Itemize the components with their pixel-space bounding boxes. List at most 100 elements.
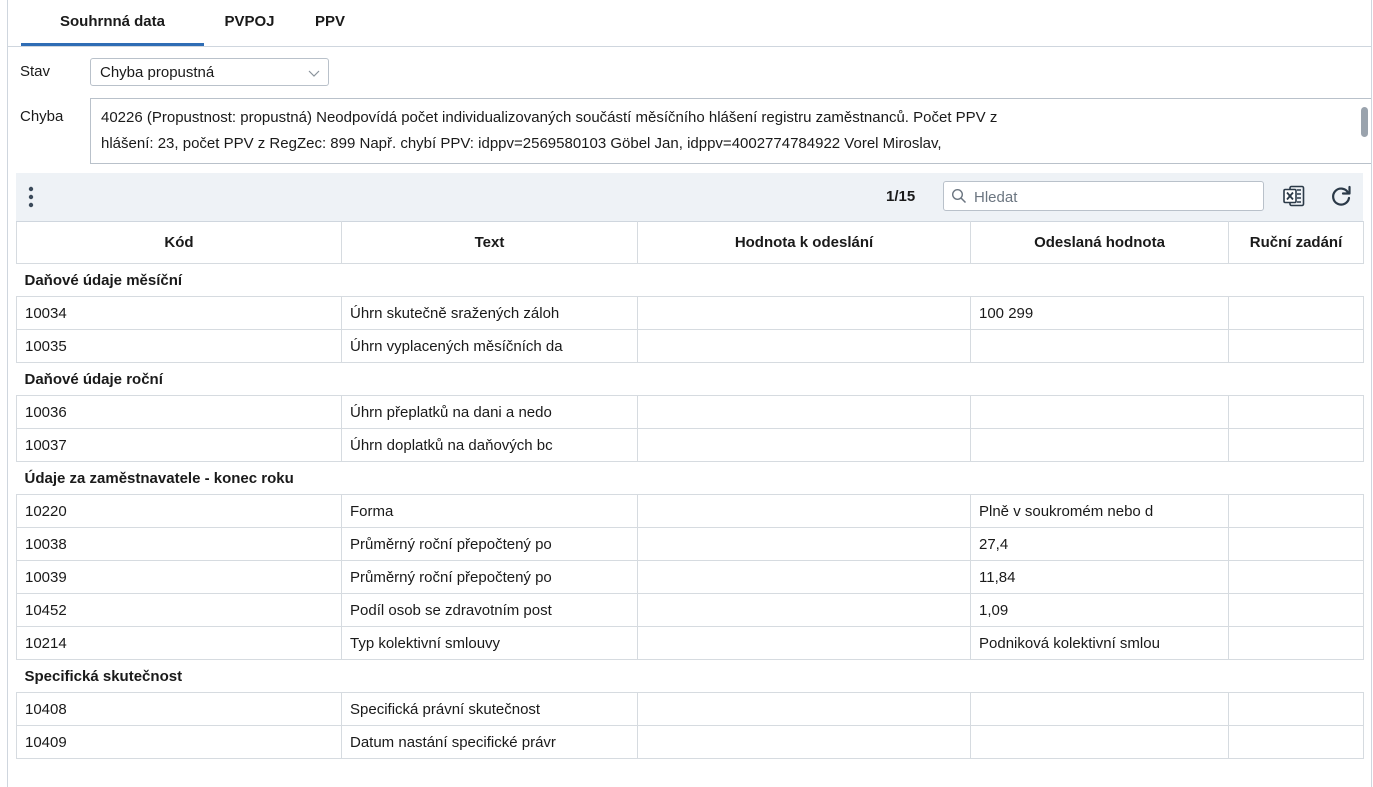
stav-select-value: Chyba propustná bbox=[100, 64, 215, 81]
table-row[interactable]: 10220 Forma Plně v soukromém nebo d bbox=[16, 494, 1364, 528]
cell-text: Průměrný roční přepočtený po bbox=[341, 527, 638, 561]
cell-rucni[interactable] bbox=[1228, 725, 1364, 759]
cell-kod: 10408 bbox=[16, 692, 342, 726]
chyba-label: Chyba bbox=[20, 108, 64, 125]
cell-kod: 10034 bbox=[16, 296, 342, 330]
cell-rucni[interactable] bbox=[1228, 626, 1364, 660]
cell-rucni[interactable] bbox=[1228, 428, 1364, 462]
cell-text: Typ kolektivní smlouvy bbox=[341, 626, 638, 660]
group-title: Specifická skutečnost bbox=[16, 659, 1364, 693]
grid-toolbar: 1/15 bbox=[16, 173, 1363, 221]
cell-odeslana: 1,09 bbox=[970, 593, 1229, 627]
cell-rucni[interactable] bbox=[1228, 560, 1364, 594]
cell-odeslana: 11,84 bbox=[970, 560, 1229, 594]
table-row[interactable]: 10036 Úhrn přeplatků na dani a nedo bbox=[16, 395, 1364, 429]
cell-odeslana: Plně v soukromém nebo d bbox=[970, 494, 1229, 528]
more-vert-icon[interactable] bbox=[24, 185, 38, 209]
search-input[interactable] bbox=[972, 186, 1256, 208]
cell-text: Podíl osob se zdravotním post bbox=[341, 593, 638, 627]
cell-hodnota[interactable] bbox=[637, 725, 971, 759]
cell-kod: 10220 bbox=[16, 494, 342, 528]
cell-hodnota[interactable] bbox=[637, 296, 971, 330]
table-row[interactable]: 10034 Úhrn skutečně sražených záloh 100 … bbox=[16, 296, 1364, 330]
tab-souhrnna-data[interactable]: Souhrnná data bbox=[21, 0, 204, 46]
cell-kod: 10037 bbox=[16, 428, 342, 462]
cell-rucni[interactable] bbox=[1228, 593, 1364, 627]
cell-kod: 10035 bbox=[16, 329, 342, 363]
cell-text: Úhrn skutečně sražených záloh bbox=[341, 296, 638, 330]
cell-text: Specifická právní skutečnost bbox=[341, 692, 638, 726]
column-header-hodnota-k-odeslani[interactable]: Hodnota k odeslání bbox=[637, 221, 971, 264]
chyba-text-line-2: hlášení: 23, počet PPV z RegZec: 899 Nap… bbox=[101, 135, 942, 152]
search-icon bbox=[951, 188, 967, 204]
cell-kod: 10039 bbox=[16, 560, 342, 594]
table-row[interactable]: 10452 Podíl osob se zdravotním post 1,09 bbox=[16, 593, 1364, 627]
chyba-textarea[interactable]: 40226 (Propustnost: propustná) Neodpovíd… bbox=[90, 98, 1371, 164]
cell-rucni[interactable] bbox=[1228, 692, 1364, 726]
refresh-icon[interactable] bbox=[1329, 184, 1353, 208]
table-row[interactable]: 10409 Datum nastání specifické právr bbox=[16, 725, 1364, 759]
cell-rucni[interactable] bbox=[1228, 329, 1364, 363]
cell-text: Forma bbox=[341, 494, 638, 528]
cell-hodnota[interactable] bbox=[637, 527, 971, 561]
cell-text: Úhrn doplatků na daňových bc bbox=[341, 428, 638, 462]
chyba-scrollbar[interactable] bbox=[1361, 107, 1368, 137]
cell-kod: 10452 bbox=[16, 593, 342, 627]
stav-select[interactable]: Chyba propustná bbox=[90, 58, 329, 86]
cell-text: Úhrn přeplatků na dani a nedo bbox=[341, 395, 638, 429]
cell-odeslana bbox=[970, 395, 1229, 429]
search-box[interactable] bbox=[943, 181, 1264, 211]
data-grid: Kód Text Hodnota k odeslání Odeslaná hod… bbox=[16, 221, 1364, 759]
cell-hodnota[interactable] bbox=[637, 626, 971, 660]
cell-hodnota[interactable] bbox=[637, 593, 971, 627]
group-row[interactable]: Specifická skutečnost bbox=[16, 659, 1364, 693]
stav-label: Stav bbox=[20, 63, 51, 80]
data-table: Kód Text Hodnota k odeslání Odeslaná hod… bbox=[16, 221, 1364, 759]
cell-rucni[interactable] bbox=[1228, 296, 1364, 330]
cell-hodnota[interactable] bbox=[637, 428, 971, 462]
tab-pvpoj[interactable]: PVPOJ bbox=[208, 0, 291, 46]
cell-kod: 10409 bbox=[16, 725, 342, 759]
table-row[interactable]: 10214 Typ kolektivní smlouvy Podniková k… bbox=[16, 626, 1364, 660]
table-row[interactable]: 10408 Specifická právní skutečnost bbox=[16, 692, 1364, 726]
cell-odeslana: 100 299 bbox=[970, 296, 1229, 330]
cell-rucni[interactable] bbox=[1228, 527, 1364, 561]
column-header-rucni-zadani[interactable]: Ruční zadání bbox=[1228, 221, 1364, 264]
pager-indicator: 1/15 bbox=[886, 188, 916, 205]
cell-kod: 10214 bbox=[16, 626, 342, 660]
chevron-down-icon bbox=[308, 70, 320, 77]
tab-ppv[interactable]: PPV bbox=[300, 0, 360, 46]
cell-text: Průměrný roční přepočtený po bbox=[341, 560, 638, 594]
group-title: Údaje za zaměstnavatele - konec roku bbox=[16, 461, 1364, 495]
cell-text: Úhrn vyplacených měsíčních da bbox=[341, 329, 638, 363]
group-row[interactable]: Daňové údaje měsíční bbox=[16, 263, 1364, 297]
excel-export-icon[interactable] bbox=[1282, 184, 1306, 208]
column-header-odeslana-hodnota[interactable]: Odeslaná hodnota bbox=[970, 221, 1229, 264]
group-row[interactable]: Údaje za zaměstnavatele - konec roku bbox=[16, 461, 1364, 495]
group-row[interactable]: Daňové údaje roční bbox=[16, 362, 1364, 396]
tab-bar: Souhrnná data PVPOJ PPV bbox=[8, 0, 1371, 47]
cell-odeslana bbox=[970, 692, 1229, 726]
table-row[interactable]: 10038 Průměrný roční přepočtený po 27,4 bbox=[16, 527, 1364, 561]
table-row[interactable]: 10037 Úhrn doplatků na daňových bc bbox=[16, 428, 1364, 462]
cell-hodnota[interactable] bbox=[637, 692, 971, 726]
table-header-row: Kód Text Hodnota k odeslání Odeslaná hod… bbox=[16, 221, 1364, 264]
cell-hodnota[interactable] bbox=[637, 395, 971, 429]
table-row[interactable]: 10035 Úhrn vyplacených měsíčních da bbox=[16, 329, 1364, 363]
table-row[interactable]: 10039 Průměrný roční přepočtený po 11,84 bbox=[16, 560, 1364, 594]
cell-odeslana: 27,4 bbox=[970, 527, 1229, 561]
group-title: Daňové údaje měsíční bbox=[16, 263, 1364, 297]
cell-odeslana: Podniková kolektivní smlou bbox=[970, 626, 1229, 660]
column-header-kod[interactable]: Kód bbox=[16, 221, 342, 264]
cell-odeslana bbox=[970, 725, 1229, 759]
cell-hodnota[interactable] bbox=[637, 329, 971, 363]
cell-kod: 10036 bbox=[16, 395, 342, 429]
cell-odeslana bbox=[970, 428, 1229, 462]
cell-rucni[interactable] bbox=[1228, 494, 1364, 528]
cell-hodnota[interactable] bbox=[637, 494, 971, 528]
cell-rucni[interactable] bbox=[1228, 395, 1364, 429]
chyba-text-line-1: 40226 (Propustnost: propustná) Neodpovíd… bbox=[101, 109, 998, 126]
column-header-text[interactable]: Text bbox=[341, 221, 638, 264]
cell-hodnota[interactable] bbox=[637, 560, 971, 594]
detail-panel: Souhrnná data PVPOJ PPV Stav Chyba propu… bbox=[7, 0, 1372, 787]
